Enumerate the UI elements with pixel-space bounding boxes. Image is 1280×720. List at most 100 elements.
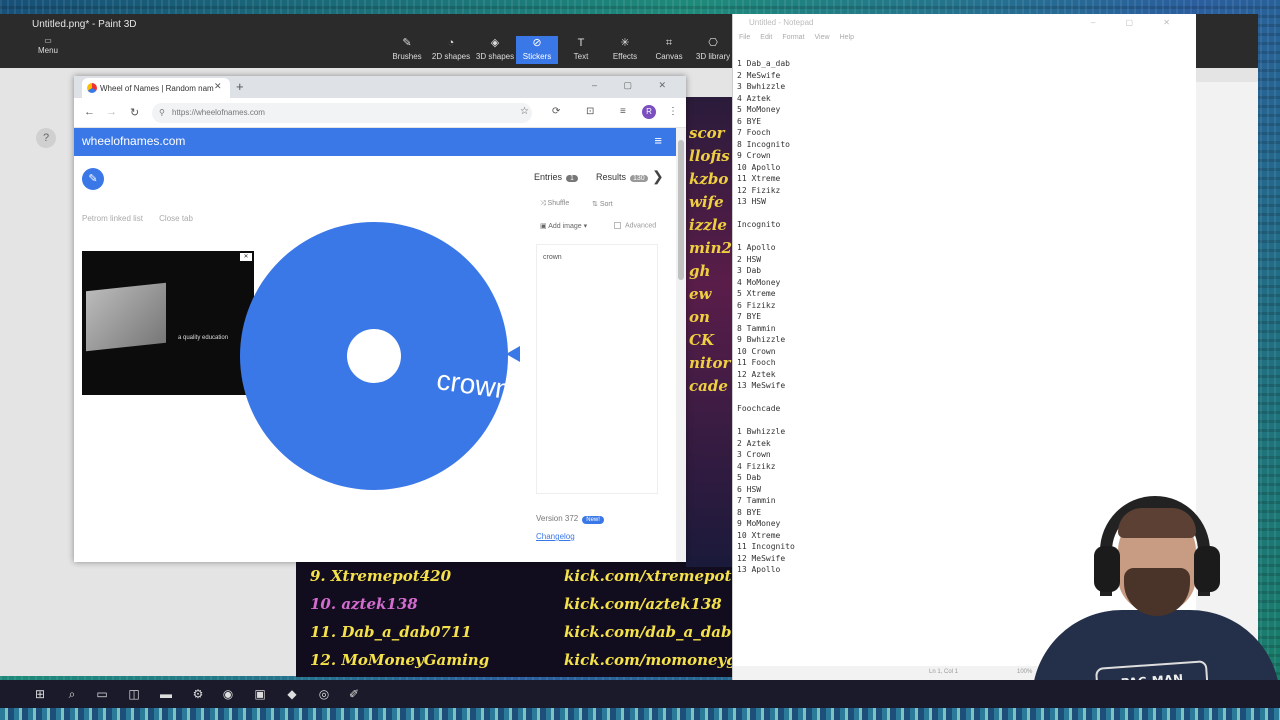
notepad-line: 1 Dab_a_dab bbox=[737, 59, 790, 68]
notepad-line: 11 Fooch bbox=[737, 358, 776, 367]
canvas-icon: ⌗ bbox=[665, 37, 673, 49]
advanced-checkbox[interactable]: Advanced bbox=[614, 222, 656, 229]
notepad-line: 1 Apollo bbox=[737, 243, 776, 252]
bookmark-star-icon[interactable]: ☆ bbox=[520, 106, 529, 117]
shuffle-button[interactable]: ⤨ Shuffle bbox=[540, 200, 569, 208]
notepad-line: 8 BYE bbox=[737, 507, 762, 517]
notepad-menu-file[interactable]: File bbox=[739, 34, 750, 41]
notepad-menu-edit[interactable]: Edit bbox=[760, 34, 772, 41]
entries-label: Entries bbox=[534, 172, 563, 182]
notepad-titlebar: Untitled - Notepad – ▢ ✕ bbox=[733, 14, 1196, 34]
back-icon[interactable]: ← bbox=[84, 106, 95, 118]
ad-video[interactable]: a quality education ✕ bbox=[82, 251, 254, 395]
meta-left[interactable]: Petrom linked list bbox=[82, 214, 143, 223]
page-scrollbar[interactable] bbox=[676, 128, 686, 562]
leader-url: kick.com/momoneyg bbox=[564, 651, 732, 669]
notepad-line: 8 Tammin bbox=[737, 323, 776, 333]
entries-textarea[interactable]: crown bbox=[536, 244, 658, 494]
stream-handle-fragment: cade bbox=[689, 377, 728, 395]
stream-handle-fragment: nitor bbox=[689, 354, 731, 372]
kebab-menu-icon[interactable]: ⋮ bbox=[668, 106, 678, 117]
edit-pencil-icon[interactable]: ✎ bbox=[82, 168, 104, 190]
site-title[interactable]: wheelofnames.com bbox=[82, 134, 185, 148]
media-icon[interactable]: ≡ bbox=[620, 106, 626, 117]
stream-handle-fragment: scor bbox=[689, 124, 725, 142]
new-tab-icon[interactable]: + bbox=[236, 79, 244, 94]
notepad-line: 4 MoMoney bbox=[737, 277, 781, 287]
notepad-line: 11 Incognito bbox=[737, 542, 795, 551]
notepad-line bbox=[737, 415, 795, 427]
chevron-right-icon[interactable]: ❯ bbox=[652, 168, 664, 185]
extension-icon[interactable]: ⟳ bbox=[552, 106, 560, 117]
tool-canvas[interactable]: ⌗ Canvas bbox=[648, 36, 690, 63]
version-label: Version 372 bbox=[536, 514, 579, 523]
sort-button[interactable]: ⇅ Sort bbox=[592, 200, 613, 208]
forward-icon[interactable]: → bbox=[106, 106, 117, 118]
notepad-menu-format[interactable]: Format bbox=[782, 34, 804, 41]
screenshot-icon[interactable]: ⊡ bbox=[586, 106, 594, 117]
tab-entries[interactable]: Entries 1 bbox=[534, 172, 578, 182]
help-label: ? bbox=[42, 132, 50, 144]
changelog-link[interactable]: Changelog bbox=[536, 532, 575, 541]
tool-brushes[interactable]: ✎ Brushes bbox=[386, 36, 428, 63]
search-icon[interactable]: ⌕ bbox=[62, 684, 82, 704]
tab-wheel-of-names[interactable]: Wheel of Names | Random nam bbox=[82, 78, 230, 98]
reload-icon[interactable]: ↻ bbox=[130, 106, 139, 119]
add-image-button[interactable]: ▣ Add image ▾ bbox=[540, 222, 587, 230]
leader-url: kick.com/aztek138 bbox=[564, 595, 722, 613]
wheel-center[interactable] bbox=[347, 329, 401, 383]
stream-handle-fragment: ew bbox=[689, 285, 712, 303]
leaderboard-row: 11. Dab_a_dab0711 kick.com/dab_a_dab bbox=[296, 623, 732, 651]
paint3d-icon[interactable]: ◆ bbox=[282, 684, 302, 704]
3d-library-icon: ⎔ bbox=[708, 37, 718, 49]
scrollbar-thumb[interactable] bbox=[678, 140, 684, 280]
tool-stickers[interactable]: ⊘ Stickers bbox=[516, 36, 558, 64]
tool-label: 3D shapes bbox=[475, 52, 515, 62]
headphone-right-icon bbox=[1194, 546, 1220, 592]
file-explorer-icon[interactable]: ▬ bbox=[156, 684, 176, 704]
store-icon[interactable]: ◫ bbox=[124, 684, 144, 704]
leader-name: 10. aztek138 bbox=[310, 595, 418, 613]
notepad-line: 13 Apollo bbox=[737, 565, 781, 574]
app-icon[interactable]: ▣ bbox=[250, 684, 270, 704]
settings-icon[interactable]: ⚙ bbox=[188, 684, 208, 704]
chrome-icon[interactable]: ◉ bbox=[218, 684, 238, 704]
tool-effects[interactable]: ✳ Effects bbox=[604, 36, 646, 63]
leaderboard-row: 9. Xtremepot420 kick.com/xtremepot bbox=[296, 567, 732, 595]
notepad-line bbox=[737, 392, 795, 404]
stickers-icon: ⊘ bbox=[532, 37, 542, 49]
tool-3d-library[interactable]: ⎔ 3D library bbox=[692, 36, 734, 63]
notepad-text-area[interactable]: 1 Dab_a_dab 2 MeSwife 3 Bwhizzle 4 Aztek 5 M… bbox=[737, 58, 795, 576]
tool-2d-shapes[interactable]: ◔ 2D shapes bbox=[430, 36, 472, 63]
site-info-icon[interactable]: ⚲ bbox=[159, 103, 165, 123]
notepad-menu-view[interactable]: View bbox=[815, 34, 830, 41]
notepad-line bbox=[737, 231, 795, 243]
tool-3d-shapes[interactable]: ◈ 3D shapes bbox=[474, 36, 516, 63]
notepad-line: 3 Dab bbox=[737, 266, 762, 275]
hamburger-menu-icon[interactable]: ≡ bbox=[654, 133, 662, 148]
chrome-favicon-icon bbox=[87, 83, 97, 93]
address-bar[interactable]: ⚲ https://wheelofnames.com bbox=[152, 103, 532, 123]
profile-avatar[interactable]: R bbox=[642, 105, 656, 119]
menu-button[interactable]: ▭ Menu bbox=[36, 36, 60, 55]
windows-start-icon[interactable]: ⊞ bbox=[30, 684, 50, 704]
notepad-window-controls[interactable]: – ▢ ✕ bbox=[1091, 14, 1184, 32]
notepad-icon[interactable]: ✐ bbox=[344, 684, 364, 704]
tool-text[interactable]: T Text bbox=[560, 36, 602, 63]
tab-results[interactable]: Results 130 bbox=[596, 172, 648, 182]
checkbox-icon[interactable] bbox=[614, 222, 621, 229]
notepad-line: 6 Fizikz bbox=[737, 300, 776, 310]
notepad-line: 2 HSW bbox=[737, 254, 762, 264]
task-view-icon[interactable]: ▭ bbox=[92, 684, 112, 704]
entries-text: crown bbox=[543, 254, 562, 261]
notepad-menubar: File Edit Format View Help bbox=[733, 34, 1196, 48]
wheel[interactable]: crown bbox=[234, 222, 524, 512]
notepad-line: 4 Fizikz bbox=[737, 461, 776, 471]
obs-icon[interactable]: ◎ bbox=[314, 684, 334, 704]
close-tab-icon[interactable]: ✕ bbox=[214, 81, 222, 92]
stream-handle-fragment: llofis bbox=[689, 147, 730, 165]
help-button[interactable]: ? bbox=[36, 128, 56, 148]
notepad-menu-help[interactable]: Help bbox=[840, 34, 854, 41]
meta-right[interactable]: Close tab bbox=[159, 214, 193, 223]
window-controls[interactable]: – ▢ ✕ bbox=[592, 80, 678, 91]
